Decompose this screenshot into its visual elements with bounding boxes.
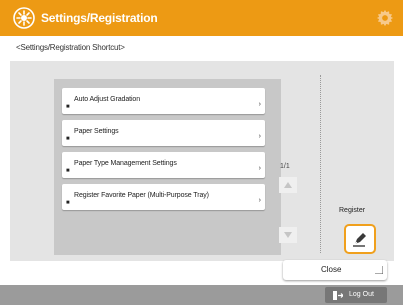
menu-list: ■ Auto Adjust Gradation › ■ Paper Settin… (54, 79, 281, 255)
chevron-right-icon: › (258, 133, 261, 140)
breadcrumb: <Settings/Registration Shortcut> (10, 38, 394, 57)
chevron-right-icon: › (258, 197, 261, 204)
triangle-down-icon (284, 232, 292, 238)
chevron-right-icon: › (258, 101, 261, 108)
gear-icon[interactable] (376, 9, 394, 27)
menu-item-register-favorite-paper[interactable]: ■ Register Favorite Paper (Multi-Purpose… (62, 184, 265, 210)
menu-item-paper-settings[interactable]: ■ Paper Settings › (62, 120, 265, 146)
close-button[interactable]: Close (283, 260, 387, 280)
corner-icon (375, 266, 383, 274)
main-panel: ■ Auto Adjust Gradation › ■ Paper Settin… (10, 61, 394, 261)
bottom-bar: Log Out (0, 285, 403, 305)
menu-item-label: Auto Adjust Gradation (74, 96, 140, 103)
title-bar: Settings/Registration (0, 0, 403, 36)
menu-item-label: Paper Type Management Settings (74, 160, 177, 167)
register-button[interactable] (344, 224, 376, 254)
log-out-label: Log Out (349, 291, 374, 298)
menu-item-label: Paper Settings (74, 128, 119, 135)
close-label: Close (321, 265, 342, 274)
menu-item-paper-type-management[interactable]: ■ Paper Type Management Settings › (62, 152, 265, 178)
log-out-button[interactable]: Log Out (325, 287, 387, 303)
divider (320, 75, 321, 253)
page-counter: 1/1 (280, 163, 290, 170)
item-marker: ■ (66, 104, 70, 110)
triangle-up-icon (284, 182, 292, 188)
settings-registration-screen: Settings/Registration <Settings/Registra… (0, 0, 403, 305)
settings-registration-icon (13, 7, 35, 29)
menu-item-label: Register Favorite Paper (Multi-Purpose T… (74, 192, 209, 199)
breadcrumb-text: <Settings/Registration Shortcut> (16, 43, 125, 52)
pen-icon (353, 233, 366, 247)
item-marker: ■ (66, 136, 70, 142)
menu-item-auto-adjust-gradation[interactable]: ■ Auto Adjust Gradation › (62, 88, 265, 114)
item-marker: ■ (66, 200, 70, 206)
register-label: Register (339, 207, 366, 214)
scroll-up-button[interactable] (279, 177, 297, 193)
scroll-down-button[interactable] (279, 227, 297, 243)
log-out-icon (333, 291, 343, 300)
menu-area: ■ Auto Adjust Gradation › ■ Paper Settin… (10, 61, 320, 261)
page-title: Settings/Registration (41, 11, 158, 25)
chevron-right-icon: › (258, 165, 261, 172)
item-marker: ■ (66, 168, 70, 174)
